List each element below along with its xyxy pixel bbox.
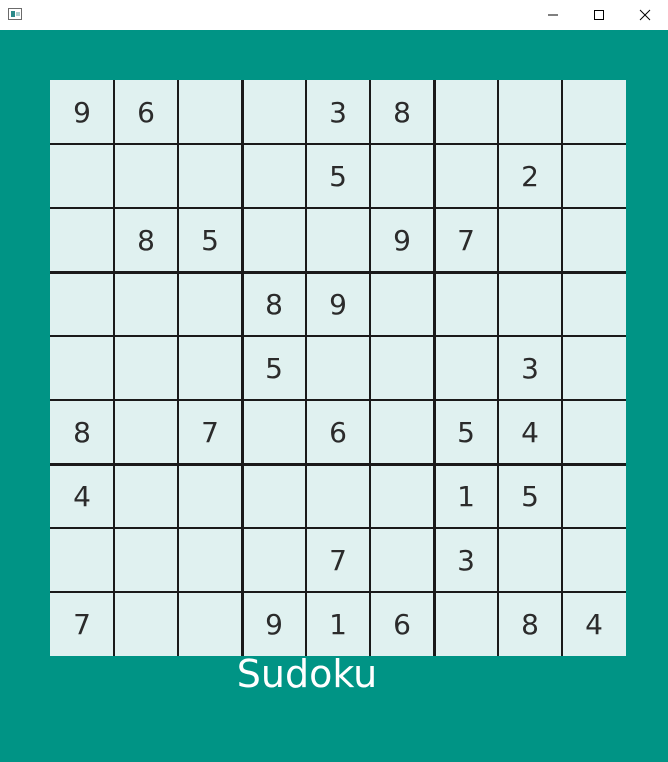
sudoku-cell[interactable]: [114, 400, 178, 464]
sudoku-cell[interactable]: [114, 592, 178, 656]
sudoku-cell[interactable]: [242, 208, 306, 272]
sudoku-cell[interactable]: [178, 528, 242, 592]
sudoku-cell[interactable]: [498, 528, 562, 592]
sudoku-cell[interactable]: [562, 80, 626, 144]
sudoku-cell[interactable]: 5: [242, 336, 306, 400]
sudoku-cell[interactable]: [178, 464, 242, 528]
sudoku-cell[interactable]: [50, 208, 114, 272]
sudoku-cell[interactable]: [498, 80, 562, 144]
sudoku-cell[interactable]: [562, 400, 626, 464]
sudoku-cell[interactable]: 8: [242, 272, 306, 336]
sudoku-cell[interactable]: [178, 272, 242, 336]
app-window: 963852859789538765441573791684 Sudoku: [0, 0, 668, 762]
sudoku-cell[interactable]: 5: [434, 400, 498, 464]
sudoku-cell[interactable]: [114, 528, 178, 592]
sudoku-cell[interactable]: 7: [178, 400, 242, 464]
app-title: Sudoku: [236, 652, 378, 696]
sudoku-cell[interactable]: 8: [498, 592, 562, 656]
sudoku-cell[interactable]: 1: [434, 464, 498, 528]
sudoku-cell[interactable]: [562, 208, 626, 272]
sudoku-cell[interactable]: [562, 464, 626, 528]
sudoku-board: 963852859789538765441573791684: [50, 80, 626, 656]
title-bar[interactable]: [0, 0, 668, 30]
sudoku-cell[interactable]: [370, 272, 434, 336]
sudoku-cell[interactable]: 6: [114, 80, 178, 144]
close-icon: [639, 9, 651, 21]
close-button[interactable]: [622, 0, 668, 30]
sudoku-cell[interactable]: 4: [498, 400, 562, 464]
sudoku-cell[interactable]: 1: [306, 592, 370, 656]
sudoku-cell[interactable]: [306, 336, 370, 400]
sudoku-cell[interactable]: [434, 592, 498, 656]
sudoku-cell[interactable]: [562, 336, 626, 400]
minimize-icon: [548, 14, 558, 16]
sudoku-cell[interactable]: [50, 336, 114, 400]
sudoku-cell[interactable]: [370, 464, 434, 528]
sudoku-cell[interactable]: 4: [562, 592, 626, 656]
sudoku-cell[interactable]: 3: [434, 528, 498, 592]
sudoku-cell[interactable]: [306, 208, 370, 272]
sudoku-cell[interactable]: 9: [50, 80, 114, 144]
sudoku-cell[interactable]: [434, 336, 498, 400]
sudoku-cell[interactable]: [242, 400, 306, 464]
sudoku-cell[interactable]: [114, 336, 178, 400]
sudoku-cell[interactable]: [434, 144, 498, 208]
sudoku-cell[interactable]: [50, 528, 114, 592]
maximize-icon: [594, 10, 604, 20]
sudoku-cell[interactable]: [498, 272, 562, 336]
sudoku-cell[interactable]: [498, 208, 562, 272]
sudoku-cell[interactable]: 3: [306, 80, 370, 144]
sudoku-cell[interactable]: 7: [434, 208, 498, 272]
sudoku-cell[interactable]: 5: [306, 144, 370, 208]
sudoku-cell[interactable]: 9: [306, 272, 370, 336]
sudoku-cell[interactable]: [178, 592, 242, 656]
sudoku-cell[interactable]: [562, 528, 626, 592]
sudoku-cell[interactable]: 8: [370, 80, 434, 144]
sudoku-cell[interactable]: [114, 272, 178, 336]
sudoku-cell[interactable]: 6: [306, 400, 370, 464]
sudoku-cell[interactable]: 2: [498, 144, 562, 208]
app-icon: [8, 8, 22, 20]
sudoku-cell[interactable]: 9: [242, 592, 306, 656]
sudoku-cell[interactable]: [434, 272, 498, 336]
sudoku-cell[interactable]: [370, 528, 434, 592]
sudoku-cell[interactable]: 8: [50, 400, 114, 464]
sudoku-cell[interactable]: 5: [498, 464, 562, 528]
sudoku-cell[interactable]: 9: [370, 208, 434, 272]
sudoku-cell[interactable]: [370, 336, 434, 400]
sudoku-cell[interactable]: 7: [306, 528, 370, 592]
sudoku-cell[interactable]: [242, 528, 306, 592]
sudoku-cell[interactable]: [306, 464, 370, 528]
sudoku-cell[interactable]: [178, 80, 242, 144]
sudoku-cell[interactable]: [562, 272, 626, 336]
minimize-button[interactable]: [530, 0, 576, 30]
sudoku-cell[interactable]: 3: [498, 336, 562, 400]
sudoku-cell[interactable]: [242, 464, 306, 528]
sudoku-cell[interactable]: 5: [178, 208, 242, 272]
sudoku-cell[interactable]: 7: [50, 592, 114, 656]
sudoku-cell[interactable]: 8: [114, 208, 178, 272]
maximize-button[interactable]: [576, 0, 622, 30]
sudoku-cell[interactable]: [178, 144, 242, 208]
sudoku-cell[interactable]: [114, 144, 178, 208]
sudoku-cell[interactable]: [562, 144, 626, 208]
sudoku-cell[interactable]: [114, 464, 178, 528]
sudoku-cell[interactable]: [242, 80, 306, 144]
sudoku-cell[interactable]: 4: [50, 464, 114, 528]
sudoku-cell[interactable]: [178, 336, 242, 400]
sudoku-cell[interactable]: 6: [370, 592, 434, 656]
sudoku-cell[interactable]: [370, 144, 434, 208]
sudoku-cell[interactable]: [434, 80, 498, 144]
sudoku-cell[interactable]: [50, 272, 114, 336]
sudoku-cell[interactable]: [370, 400, 434, 464]
client-area: 963852859789538765441573791684 Sudoku: [0, 30, 668, 762]
sudoku-cell[interactable]: [50, 144, 114, 208]
sudoku-cell[interactable]: [242, 144, 306, 208]
